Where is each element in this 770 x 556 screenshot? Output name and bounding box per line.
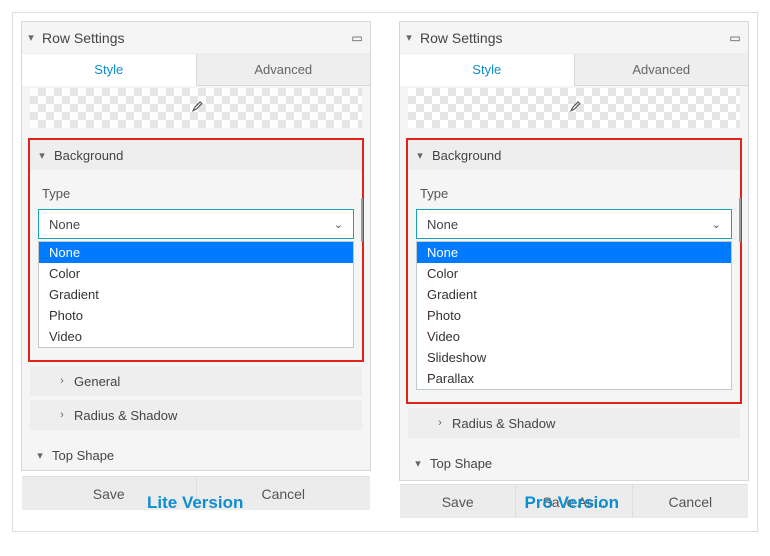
save-button[interactable]: Save	[400, 485, 516, 518]
option-none[interactable]: None	[39, 242, 353, 263]
option-photo[interactable]: Photo	[417, 305, 731, 326]
accordion-label: Top Shape	[52, 448, 114, 463]
comparison-frame: ▾ Row Settings ▭ Style Advanced ▾ Backgr…	[12, 12, 758, 532]
accordion-top-shape[interactable]: ▾ Top Shape	[28, 440, 364, 470]
chevron-down-icon: ▾	[22, 31, 40, 44]
tabs: Style Advanced	[22, 54, 370, 86]
option-gradient[interactable]: Gradient	[417, 284, 731, 305]
highlight-box: ▾ Background Type None ⌄ None Color Grad…	[406, 138, 742, 404]
eyedropper-icon[interactable]	[567, 99, 581, 117]
panel-header[interactable]: ▾ Row Settings ▭	[400, 22, 748, 54]
color-picker-strip[interactable]	[408, 88, 740, 128]
type-select[interactable]: None ⌄	[416, 209, 732, 239]
chevron-right-icon: ›	[50, 375, 74, 387]
option-video[interactable]: Video	[39, 326, 353, 347]
accordion-radius-shadow[interactable]: › Radius & Shadow	[30, 400, 362, 430]
eyedropper-icon[interactable]	[189, 99, 203, 117]
accordion-background[interactable]: ▾ Background	[30, 140, 362, 170]
maximize-icon[interactable]: ▭	[344, 31, 370, 45]
highlight-box: ▾ Background Type None ⌄ None Color Grad…	[28, 138, 364, 362]
accordion-label: Radius & Shadow	[74, 408, 177, 423]
option-slideshow[interactable]: Slideshow	[417, 347, 731, 368]
cancel-button[interactable]: Cancel	[633, 485, 748, 518]
chevron-down-icon: ▾	[408, 149, 432, 162]
chevron-down-icon: ▾	[400, 31, 418, 44]
accordion-label: General	[74, 374, 120, 389]
accordion-radius-shadow[interactable]: › Radius & Shadow	[408, 408, 740, 438]
type-select[interactable]: None ⌄	[38, 209, 354, 239]
scrollbar-thumb[interactable]	[361, 198, 363, 242]
type-dropdown: None Color Gradient Photo Video Slidesho…	[416, 241, 732, 390]
tab-advanced[interactable]: Advanced	[197, 54, 371, 86]
panel-header[interactable]: ▾ Row Settings ▭	[22, 22, 370, 54]
chevron-down-icon: ▾	[30, 149, 54, 162]
panel-lite: ▾ Row Settings ▭ Style Advanced ▾ Backgr…	[21, 21, 371, 471]
panel-title: Row Settings	[40, 30, 344, 46]
maximize-icon[interactable]: ▭	[722, 31, 748, 45]
accordion-label: Top Shape	[430, 456, 492, 471]
chevron-right-icon: ›	[428, 417, 452, 429]
option-gradient[interactable]: Gradient	[39, 284, 353, 305]
caption-pro: Pro Version	[525, 493, 619, 513]
option-video[interactable]: Video	[417, 326, 731, 347]
chevron-right-icon: ›	[50, 409, 74, 421]
tab-style[interactable]: Style	[22, 54, 197, 86]
accordion-background[interactable]: ▾ Background	[408, 140, 740, 170]
caption-lite: Lite Version	[147, 493, 243, 513]
option-parallax[interactable]: Parallax	[417, 368, 731, 389]
accordion-top-shape[interactable]: ▾ Top Shape	[406, 448, 742, 478]
tabs: Style Advanced	[400, 54, 748, 86]
type-label: Type	[42, 186, 354, 201]
accordion-general[interactable]: › General	[30, 366, 362, 396]
accordion-label: Background	[54, 148, 123, 163]
option-none[interactable]: None	[417, 242, 731, 263]
background-section: Type None ⌄ None Color Gradient Photo Vi…	[30, 170, 362, 360]
chevron-down-icon: ▾	[28, 449, 52, 462]
option-photo[interactable]: Photo	[39, 305, 353, 326]
tab-style[interactable]: Style	[400, 54, 575, 86]
background-section: Type None ⌄ None Color Gradient Photo Vi…	[408, 170, 740, 402]
option-color[interactable]: Color	[39, 263, 353, 284]
panel-title: Row Settings	[418, 30, 722, 46]
tab-advanced[interactable]: Advanced	[575, 54, 749, 86]
chevron-down-icon: ⌄	[334, 218, 343, 231]
type-dropdown: None Color Gradient Photo Video	[38, 241, 354, 348]
type-label: Type	[420, 186, 732, 201]
scrollbar-thumb[interactable]	[739, 198, 741, 242]
accordion-label: Background	[432, 148, 501, 163]
select-value: None	[427, 217, 458, 232]
accordion-label: Radius & Shadow	[452, 416, 555, 431]
chevron-down-icon: ▾	[406, 457, 430, 470]
panel-pro: ▾ Row Settings ▭ Style Advanced ▾ Backgr…	[399, 21, 749, 481]
chevron-down-icon: ⌄	[712, 218, 721, 231]
select-value: None	[49, 217, 80, 232]
option-color[interactable]: Color	[417, 263, 731, 284]
color-picker-strip[interactable]	[30, 88, 362, 128]
